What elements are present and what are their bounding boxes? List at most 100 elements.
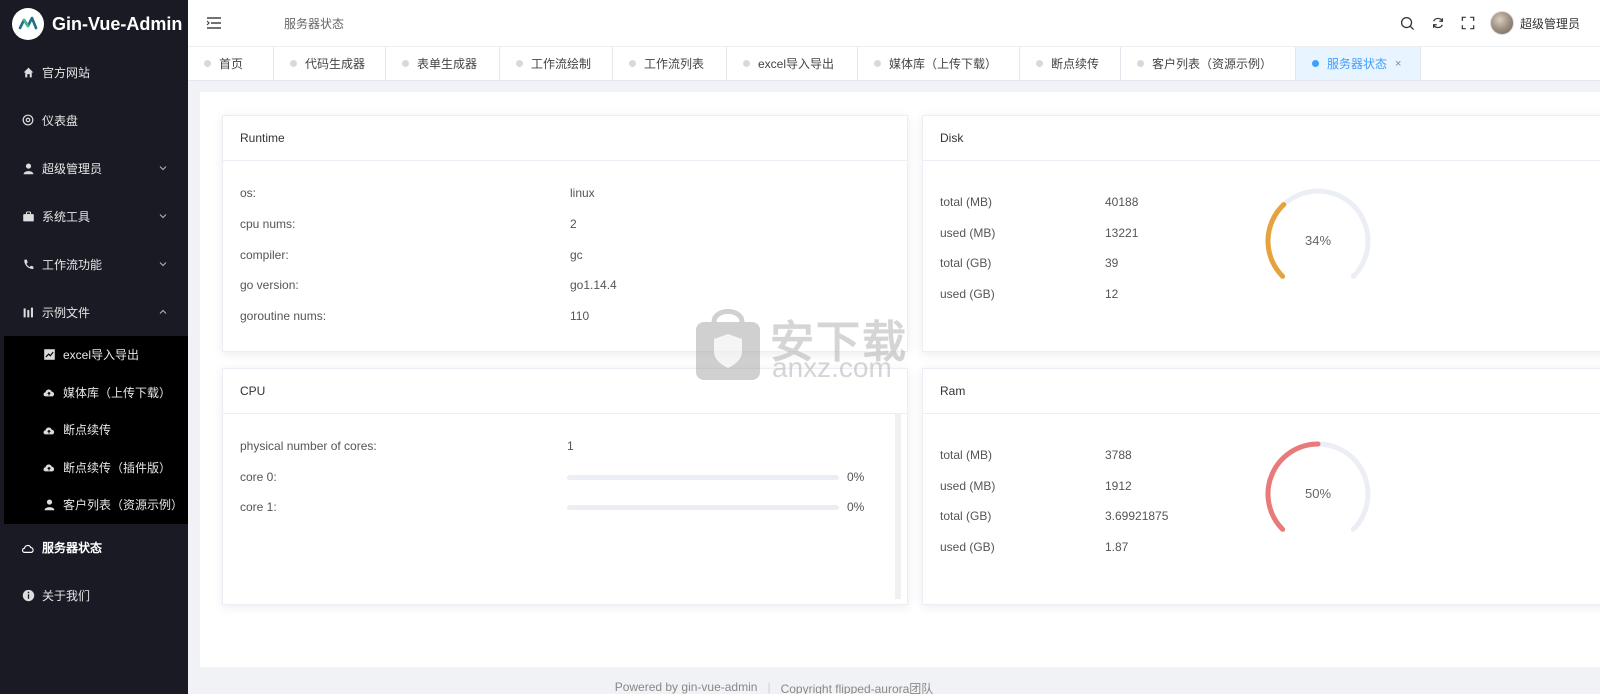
sidebar-item-system-tools[interactable]: 系统工具 <box>0 192 188 240</box>
sidebar-subitem-customers[interactable]: 客户列表（资源示例） <box>4 486 188 524</box>
runtime-value: gc <box>570 248 583 262</box>
chart-icon <box>20 304 36 320</box>
disk-value: 13221 <box>1105 226 1139 240</box>
header: 服务器状态 超级管理员 <box>188 0 1600 46</box>
tab-dot <box>743 60 750 67</box>
footer: Powered by gin-vue-admin | Copyright fli… <box>68 680 1480 694</box>
tab-home[interactable]: 首页 <box>188 47 274 80</box>
tab-dot <box>1036 60 1043 67</box>
footer-divider: | <box>767 680 771 694</box>
trend-icon <box>41 347 57 363</box>
runtime-card-title: Runtime <box>223 116 907 161</box>
tab-bar: 首页 代码生成器 表单生成器 工作流绘制 工作流列表 excel导入导出 媒体库… <box>188 46 1600 81</box>
tab-label: 断点续传 <box>1051 57 1100 71</box>
user-name[interactable]: 超级管理员 <box>1520 15 1580 32</box>
disk-label: total (MB) <box>940 195 993 209</box>
runtime-label: goroutine nums: <box>240 309 327 323</box>
sidebar-subitem-resume-plugin[interactable]: 断点续传（插件版） <box>4 449 188 487</box>
tab-media-library[interactable]: 媒体库（上传下载） <box>858 47 1020 80</box>
disk-card: Disk total (MB) 40188 used (MB) 13221 to… <box>922 115 1600 352</box>
sidebar-item-label: 服务器状态 <box>42 541 103 555</box>
app-title: Gin-Vue-Admin <box>52 13 183 34</box>
chevron-down-icon <box>158 258 168 272</box>
sidebar-subitem-resume-upload[interactable]: 断点续传 <box>4 411 188 449</box>
cloud-upload-icon <box>41 384 57 400</box>
runtime-value: 110 <box>570 309 590 323</box>
scrollbar[interactable] <box>895 414 901 599</box>
tab-server-status[interactable]: 服务器状态 × <box>1296 47 1421 80</box>
tab-dot <box>290 60 297 67</box>
fullscreen-icon[interactable] <box>1460 15 1476 31</box>
tab-excel[interactable]: excel导入导出 <box>727 47 858 80</box>
tab-form-generator[interactable]: 表单生成器 <box>386 47 500 80</box>
search-icon[interactable] <box>1400 15 1416 31</box>
ram-card-title: Ram <box>923 369 1600 414</box>
phone-icon <box>20 256 36 272</box>
sidebar-item-label: 工作流功能 <box>42 257 103 272</box>
gauge-fill <box>1265 202 1287 279</box>
tab-resume-upload[interactable]: 断点续传 <box>1020 47 1121 80</box>
refresh-icon[interactable] <box>1430 15 1446 31</box>
sidebar-item-label: 仪表盘 <box>42 113 79 128</box>
cloud-icon <box>20 540 36 556</box>
sidebar: Gin-Vue-Admin 官方网站 仪表盘 超级管理员 系统工具 工作流功能 … <box>0 0 188 694</box>
runtime-value: 2 <box>570 217 577 231</box>
tab-label: 表单生成器 <box>417 57 478 71</box>
avatar[interactable] <box>1489 11 1514 35</box>
logo-icon <box>12 8 44 40</box>
sidebar-subitem-media[interactable]: 媒体库（上传下载） <box>4 374 188 412</box>
header-actions: 超级管理员 <box>1400 0 1580 46</box>
runtime-label: cpu nums: <box>240 217 296 231</box>
tab-workflow-draw[interactable]: 工作流绘制 <box>500 47 613 80</box>
cloud-upload-icon <box>41 422 57 438</box>
sidebar-item-workflow[interactable]: 工作流功能 <box>0 240 188 288</box>
gauge-percent-label: 34% <box>1305 233 1331 248</box>
cpu-core-percent: 0% <box>847 470 865 484</box>
disk-value: 40188 <box>1105 195 1139 209</box>
user-icon <box>20 160 36 176</box>
watermark-bag-icon <box>696 309 760 380</box>
footer-copyright: Copyright flipped-aurora团队 <box>780 682 934 694</box>
cpu-card: CPU physical number of cores: 1 core 0: … <box>222 368 908 605</box>
toolbox-icon <box>20 208 36 224</box>
sidebar-item-examples[interactable]: 示例文件 <box>0 288 188 336</box>
close-icon[interactable]: × <box>1395 58 1401 70</box>
sidebar-item-super-admin[interactable]: 超级管理员 <box>0 144 188 192</box>
sidebar-item-dashboard[interactable]: 仪表盘 <box>0 96 188 144</box>
sidebar-item-server-status[interactable]: 服务器状态 <box>0 524 188 572</box>
sidebar-item-website[interactable]: 官方网站 <box>0 48 188 96</box>
disk-value: 39 <box>1105 256 1119 270</box>
sidebar-item-label: 示例文件 <box>42 305 91 320</box>
ram-label: total (GB) <box>940 509 992 523</box>
watermark-subtext: anxz.com <box>772 352 892 383</box>
sidebar-item-about[interactable]: 关于我们 <box>0 572 188 620</box>
sidebar-subitem-label: 断点续传 <box>63 423 112 438</box>
ram-label: used (MB) <box>940 479 996 493</box>
tab-dot <box>629 60 636 67</box>
tab-label: 服务器状态 <box>1327 57 1388 71</box>
tab-workflow-list[interactable]: 工作流列表 <box>613 47 727 80</box>
ram-label: total (MB) <box>940 448 993 462</box>
sidebar-subitem-excel[interactable]: excel导入导出 <box>4 336 188 374</box>
tab-customers[interactable]: 客户列表（资源示例） <box>1121 47 1296 80</box>
tab-dot <box>1137 60 1144 67</box>
tab-label: 代码生成器 <box>305 57 366 71</box>
tab-label: 首页 <box>219 57 244 71</box>
info-icon <box>20 588 36 604</box>
sidebar-item-label: 关于我们 <box>42 589 91 603</box>
cpu-core-progress <box>567 475 839 480</box>
runtime-label: os: <box>240 186 257 200</box>
cpu-cores-label: physical number of cores: <box>240 439 377 453</box>
logo[interactable]: Gin-Vue-Admin <box>0 0 188 48</box>
ram-value: 3788 <box>1105 448 1132 462</box>
home-icon <box>20 64 36 80</box>
disk-label: total (GB) <box>940 256 992 270</box>
tab-code-generator[interactable]: 代码生成器 <box>274 47 386 80</box>
footer-powered: Powered by gin-vue-admin <box>614 680 758 694</box>
sidebar-subitem-label: 客户列表（资源示例） <box>63 498 184 513</box>
menu-toggle-icon[interactable] <box>206 15 222 31</box>
tab-label: 客户列表（资源示例） <box>1152 57 1273 71</box>
disk-value: 12 <box>1105 287 1119 301</box>
cpu-core-progress <box>567 505 839 510</box>
runtime-label: go version: <box>240 278 299 292</box>
